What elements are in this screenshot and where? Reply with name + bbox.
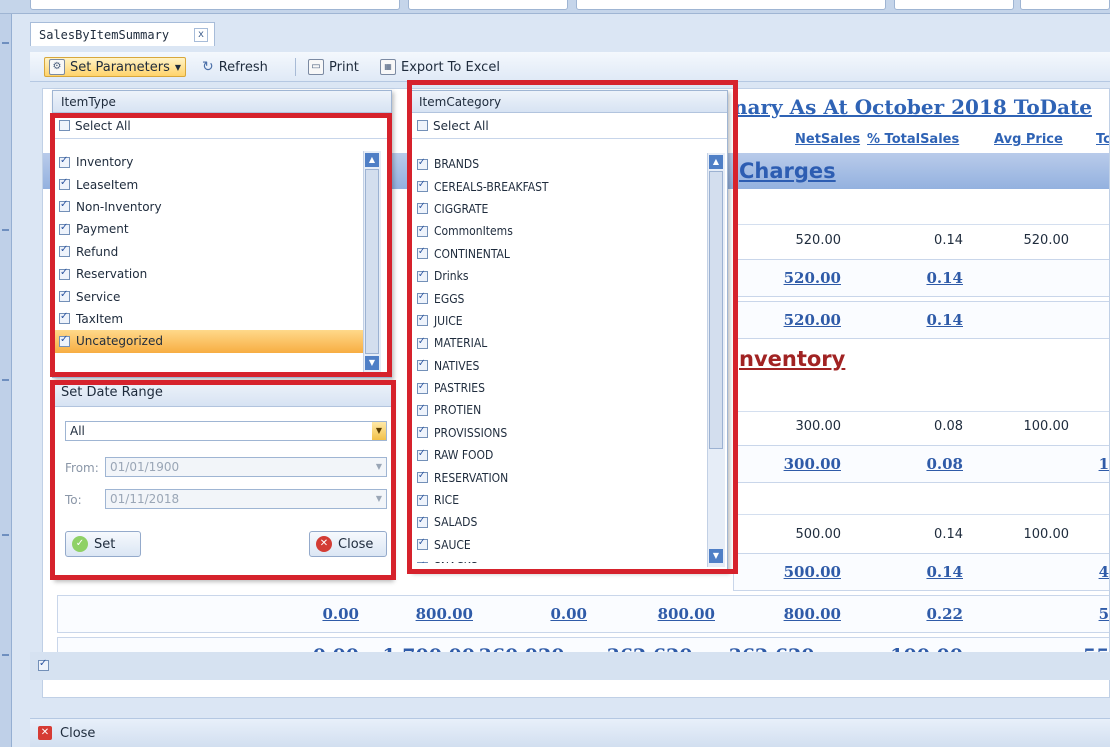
parameters-icon: ⚙	[49, 59, 65, 75]
g2-sub1-tail[interactable]: 1	[1093, 455, 1109, 473]
g2-row1-pct: 0.08	[934, 419, 963, 434]
grand-sub-col2[interactable]: 800.00	[363, 605, 473, 623]
column-header-total[interactable]: Tc	[1096, 132, 1109, 147]
column-header-avg-price[interactable]: Avg Price	[994, 132, 1063, 147]
printer-icon: ▭	[308, 59, 324, 75]
g1-sub2-pct[interactable]: 0.14	[853, 311, 963, 329]
grand-sub-col4[interactable]: 800.00	[595, 605, 715, 623]
report-title: nary As At October 2018 ToDate	[733, 95, 1092, 119]
grand-sub-col1[interactable]: 0.00	[271, 605, 359, 623]
grand-sub-col7[interactable]: 5	[1093, 605, 1109, 623]
close-icon[interactable]: ✕	[38, 726, 52, 740]
report-combo-3[interactable]	[576, 0, 886, 10]
footer-checkbox[interactable]	[38, 658, 49, 671]
status-close-label[interactable]: Close	[60, 726, 95, 741]
export-label: Export To Excel	[401, 59, 500, 75]
column-header-netsales[interactable]: NetSales	[795, 132, 860, 147]
print-button[interactable]: ▭ Print	[308, 57, 359, 77]
grand-sub-col5[interactable]: 800.00	[723, 605, 841, 623]
report-footer-bar	[30, 652, 1110, 680]
g1-sub1-netsales[interactable]: 520.00	[743, 269, 841, 287]
g1-avg: 520.00	[1023, 233, 1070, 248]
highlight-box-item-category	[407, 80, 738, 574]
refresh-button[interactable]: ↻ Refresh	[202, 57, 268, 77]
g1-sub2-netsales[interactable]: 520.00	[743, 311, 841, 329]
highlight-box-date-range	[50, 380, 396, 580]
g2-row2-netsales: 500.00	[795, 527, 842, 542]
refresh-label: Refresh	[218, 59, 268, 75]
g2-sub1-pct[interactable]: 0.08	[853, 455, 963, 473]
refresh-icon: ↻	[202, 59, 214, 75]
tab-close-icon[interactable]: x	[194, 28, 208, 42]
g2-sub2-pct[interactable]: 0.14	[853, 563, 963, 581]
print-label: Print	[329, 59, 359, 75]
g2-row2-pct: 0.14	[934, 527, 963, 542]
item-type-header: ItemType	[53, 91, 391, 113]
g2-sub2-netsales[interactable]: 500.00	[743, 563, 841, 581]
export-excel-button[interactable]: ▦ Export To Excel	[380, 57, 500, 77]
toolbar-separator	[295, 58, 296, 76]
highlight-box-item-type	[50, 113, 392, 377]
g2-row2-avg: 100.00	[1023, 527, 1070, 542]
g2-sub2-tail[interactable]: 4	[1093, 563, 1109, 581]
g2-sub1-netsales[interactable]: 300.00	[743, 455, 841, 473]
g2-row1-avg: 100.00	[1023, 419, 1070, 434]
left-dock-bar[interactable]	[0, 14, 12, 747]
grand-sub-col3[interactable]: 0.00	[473, 605, 587, 623]
set-parameters-label: Set Parameters	[70, 59, 170, 75]
column-header-pct-totalsales[interactable]: % TotalSales	[867, 132, 959, 147]
status-bar: ✕ Close	[30, 718, 1110, 747]
top-strip	[0, 0, 1110, 14]
report-combo-4[interactable]	[894, 0, 1014, 10]
group-title-charges[interactable]: Charges	[739, 159, 836, 183]
tab-title: SalesByItemSummary	[39, 28, 170, 42]
g2-row1-netsales: 300.00	[795, 419, 842, 434]
group-title-inventory[interactable]: nventory	[739, 347, 845, 371]
excel-icon: ▦	[380, 59, 396, 75]
g1-pct: 0.14	[934, 233, 963, 248]
tab-sales-by-item-summary[interactable]: SalesByItemSummary x	[30, 22, 215, 46]
report-combo-2[interactable]	[408, 0, 568, 10]
g1-netsales: 520.00	[795, 233, 842, 248]
grand-sub-col6[interactable]: 0.22	[853, 605, 963, 623]
chevron-down-icon: ▼	[174, 62, 182, 72]
report-combo-1[interactable]	[30, 0, 400, 10]
set-parameters-button[interactable]: ⚙ Set Parameters ▼	[44, 57, 187, 77]
report-combo-5[interactable]	[1020, 0, 1110, 10]
g1-sub1-pct[interactable]: 0.14	[853, 269, 963, 287]
report-toolbar: ⚙ Set Parameters ▼ ↻ Refresh ▭ Print ▦ E…	[30, 52, 1110, 82]
